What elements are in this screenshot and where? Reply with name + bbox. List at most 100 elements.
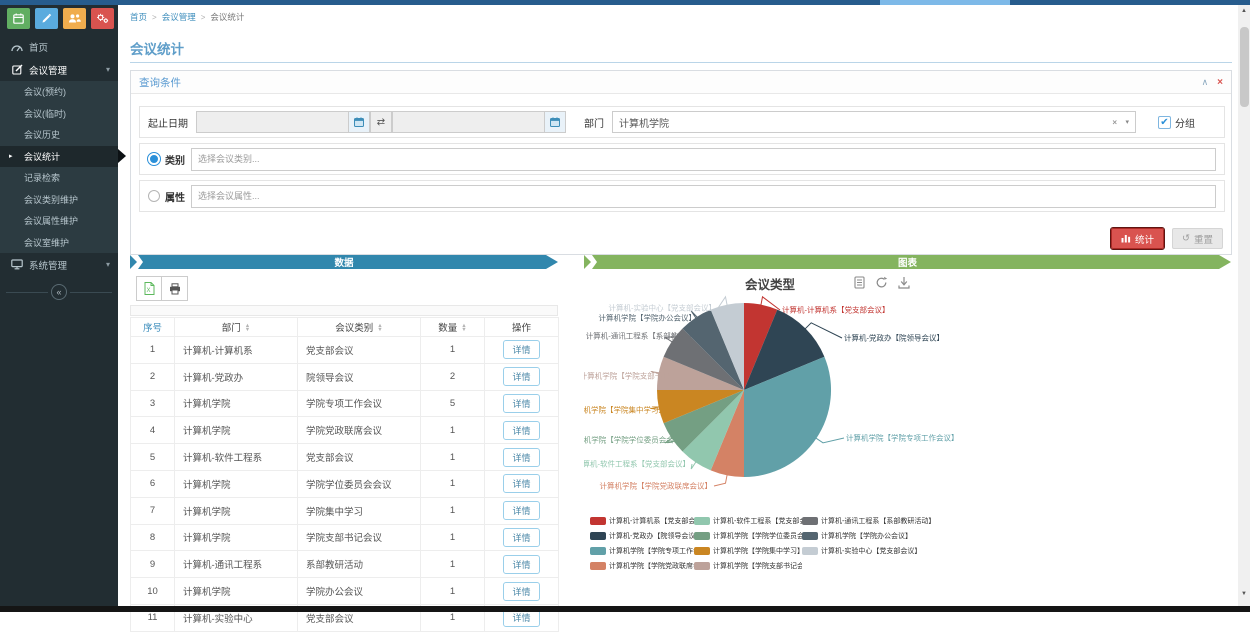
sidebar-subitem-0[interactable]: 会议(预约) [0,81,118,103]
quick-cogs-button[interactable] [91,8,114,29]
attribute-radio[interactable] [148,190,160,202]
main-content: 首页 > 会议管理 > 会议统计 会议统计 查询条件 ∧ × 起止日期 ⇄ 部门 [118,5,1238,612]
dept-select[interactable]: 计算机学院 × ▾ [612,111,1136,133]
print-button[interactable] [162,276,188,301]
legend-item[interactable]: 计算机-实验中心【党支部会议】 [802,543,935,558]
breadcrumb-home[interactable]: 首页 [130,11,147,23]
sidebar-subitem-3[interactable]: ▸会议统计 [0,146,118,168]
sidebar-divider: « [6,284,112,300]
sidebar-collapse-button[interactable]: « [51,284,67,300]
browser-top-strip-highlight [880,0,1010,5]
calendar-addon-icon[interactable] [348,111,370,133]
detail-button[interactable]: 详情 [503,394,539,413]
calendar-addon-icon[interactable] [544,111,566,133]
sidebar-subitem-6[interactable]: 会议属性维护 [0,210,118,232]
sidebar-subitem-4[interactable]: 记录检索 [0,167,118,189]
col-category[interactable]: 会议类别▲▼ [298,318,421,337]
legend-color-chip [802,547,818,555]
legend-item[interactable]: 计算机学院【学院党政联席会议】 [590,558,694,573]
sidebar-item-meeting-mgmt[interactable]: 会议管理 ▾ [0,58,118,81]
detail-button[interactable]: 详情 [503,582,539,601]
sidebar-subitem-5[interactable]: 会议类别维护 [0,189,118,211]
legend-color-chip [694,562,710,570]
table-cell: 1 [421,444,485,471]
pie-callout-label: 计算机学院【学院集中学习】 [584,405,666,415]
detail-button[interactable]: 详情 [503,555,539,574]
panel-collapse-icon[interactable]: ∧ [1202,77,1209,88]
table-cell-action: 详情 [485,497,559,524]
detail-button[interactable]: 详情 [503,367,539,386]
col-count[interactable]: 数量▲▼ [421,318,485,337]
col-dept[interactable]: 部门▲▼ [175,318,298,337]
sidebar-item-label: 首页 [29,40,48,54]
legend-item[interactable]: 计算机学院【学院支部书记会议】 [694,558,802,573]
legend-item[interactable]: 计算机-计算机系【党支部会议】 [590,513,694,528]
breadcrumb-separator: > [152,13,157,22]
legend-item[interactable]: 计算机-通讯工程系【系部教研活动】 [802,513,935,528]
legend-color-chip [590,517,606,525]
caret-down-icon[interactable]: ▾ [1125,118,1129,126]
category-input[interactable] [191,148,1216,171]
sidebar-subitem-label: 记录检索 [24,171,60,184]
scrollbar-thumb[interactable] [1240,27,1249,107]
sort-icon[interactable]: ▲▼ [461,324,466,332]
sidebar-subitem-7[interactable]: 会议室维护 [0,232,118,254]
detail-button[interactable]: 详情 [503,340,539,359]
legend-item[interactable]: 计算机学院【学院集中学习】 [694,543,802,558]
clear-icon[interactable]: × [1112,118,1117,127]
sort-icon[interactable]: ▲▼ [377,324,382,332]
table-cell: 10 [131,578,175,605]
legend-label: 计算机学院【学院专项工作会议】 [609,546,694,556]
sort-icon[interactable]: ▲▼ [245,324,250,332]
legend-item[interactable]: 计算机学院【学院专项工作会议】 [590,543,694,558]
quick-pencil-button[interactable] [35,8,58,29]
detail-button[interactable]: 详情 [503,421,539,440]
detail-button[interactable]: 详情 [503,474,539,493]
pie-callout-label: 计算机-软件工程系【党支部会议】 [584,459,690,469]
category-radio[interactable] [148,153,160,165]
sidebar-subitem-label: 会议(预约) [24,85,66,98]
pie-label-line [714,474,727,486]
reset-button[interactable]: ↺ 重置 [1172,228,1223,249]
date-end-input[interactable] [392,111,544,133]
detail-button[interactable]: 详情 [503,501,539,520]
pie-callout-label: 计算机学院【学院支部书记... [584,371,676,381]
legend-item[interactable]: 计算机-党政办【院领导会议】 [590,528,694,543]
query-panel-header: 查询条件 ∧ × [131,71,1231,94]
date-swap-icon[interactable]: ⇄ [370,111,392,133]
detail-button[interactable]: 详情 [503,528,539,547]
group-checkbox[interactable]: ✔ [1158,116,1171,129]
legend-item[interactable]: 计算机学院【学院办公会议】 [802,528,935,543]
table-cell-action: 详情 [485,417,559,444]
table-row: 1计算机-计算机系党支部会议1详情 [131,337,559,364]
quick-calendar-button[interactable] [7,8,30,29]
data-table: 序号 部门▲▼ 会议类别▲▼ 数量▲▼ 操作 1计算机-计算机系党支部会议1详情… [130,317,559,632]
panel-close-icon[interactable]: × [1217,77,1223,88]
quick-users-button[interactable] [63,8,86,29]
chart-banner: 图表 [584,255,1231,269]
pie-callout-label: 计算机学院【学院专项工作会议】 [846,433,959,443]
table-cell-action: 详情 [485,578,559,605]
query-buttons: 统计 ↺ 重置 [1111,228,1223,249]
date-start-input[interactable] [196,111,348,133]
table-cell: 计算机学院 [175,524,298,551]
scroll-up-arrow[interactable]: ▲ [1238,5,1250,17]
sidebar-item-system-mgmt[interactable]: 系统管理 ▾ [0,253,118,276]
table-cell: 计算机-计算机系 [175,337,298,364]
vertical-scrollbar[interactable]: ▲ ▼ [1238,5,1250,606]
scroll-down-arrow[interactable]: ▼ [1238,588,1250,600]
sidebar-item-home[interactable]: 首页 [0,35,118,58]
breadcrumb-meeting-mgmt[interactable]: 会议管理 [162,11,196,23]
pie-callout-label: 计算机-计算机系【党支部会议】 [782,305,890,315]
legend-item[interactable]: 计算机-软件工程系【党支部会议】 [694,513,802,528]
sidebar-subitem-1[interactable]: 会议(临时) [0,103,118,125]
export-excel-button[interactable]: X [136,276,162,301]
attribute-input[interactable] [191,185,1216,208]
legend-color-chip [590,547,606,555]
sidebar-subitem-2[interactable]: 会议历史 [0,124,118,146]
legend-item[interactable]: 计算机学院【学院学位委员会会议】 [694,528,802,543]
table-header-strip [130,305,558,316]
stat-button[interactable]: 统计 [1111,228,1164,249]
detail-button[interactable]: 详情 [503,448,539,467]
table-toolbar: X [136,276,188,301]
